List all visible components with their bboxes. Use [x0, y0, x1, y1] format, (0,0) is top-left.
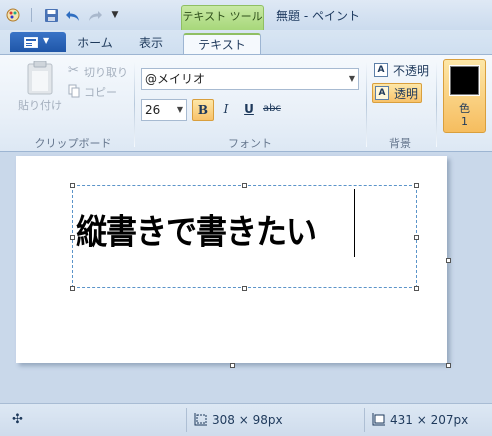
textbox-handle-top[interactable] [242, 183, 247, 188]
selection-size-icon [194, 413, 208, 429]
text-caret [354, 189, 355, 257]
strikethrough-button[interactable]: abc [261, 99, 283, 121]
opaque-label: 不透明 [393, 64, 430, 78]
status-separator [364, 408, 365, 432]
transparent-button[interactable]: A 透明 [372, 83, 423, 103]
title-bar: ▼ テキスト ツール 無題 - ペイント [0, 0, 492, 30]
textbox-handle-br[interactable] [414, 286, 419, 291]
cut-label: 切り取り [84, 66, 128, 79]
canvas-resize-handle-right[interactable] [446, 258, 451, 263]
clipboard-group-label: クリップボード [34, 137, 112, 150]
textbox-handle-tl[interactable] [70, 183, 75, 188]
chevron-down-icon: ▼ [176, 105, 183, 114]
font-group-label: フォント [228, 137, 272, 150]
cut-button[interactable]: ✂ 切り取り [68, 63, 138, 79]
paste-button-label[interactable]: 貼り付け [18, 97, 62, 113]
copy-label: コピー [84, 86, 117, 99]
chevron-down-icon: ▼ [43, 36, 50, 45]
canvas-size: 431 × 207px [390, 413, 469, 427]
menu-icon [24, 37, 38, 48]
qa-separator [26, 7, 36, 23]
canvas-text[interactable]: 縦書きで書きたい [76, 204, 317, 254]
transparent-label: 透明 [394, 87, 419, 101]
group-separator [366, 61, 367, 147]
tab-view[interactable]: 表示 [124, 33, 178, 54]
textbox-handle-bl[interactable] [70, 286, 75, 291]
customize-qa-icon[interactable]: ▼ [108, 7, 122, 23]
transparent-icon: A [375, 86, 389, 100]
status-bar: ✣ 308 × 98px 431 × 207px [0, 403, 492, 436]
paste-icon[interactable] [20, 60, 60, 95]
color-1-button[interactable]: 色 1 [443, 59, 486, 133]
font-family-select[interactable]: @メイリオ ▼ [141, 68, 359, 90]
textbox-handle-right[interactable] [414, 235, 419, 240]
canvas-resize-handle-corner[interactable] [446, 363, 451, 368]
opaque-icon: A [374, 63, 388, 77]
ribbon-panel: 貼り付け ✂ 切り取り コピー クリップボード @メイリオ ▼ 26 ▼ B I… [0, 54, 492, 152]
undo-icon[interactable] [64, 7, 82, 23]
font-size-select[interactable]: 26 ▼ [141, 99, 187, 121]
scissors-icon: ✂ [68, 63, 79, 78]
tab-home[interactable]: ホーム [68, 33, 122, 54]
color-number: 1 [461, 115, 468, 128]
opaque-button[interactable]: A 不透明 [372, 61, 429, 81]
cursor-position-icon: ✣ [12, 412, 23, 427]
selection-size: 308 × 98px [212, 413, 283, 427]
text-tools-context-label: テキスト ツール [181, 5, 264, 30]
color-swatch [449, 65, 480, 96]
group-separator [436, 61, 437, 147]
bold-button[interactable]: B [192, 99, 214, 121]
chevron-down-icon: ▼ [348, 74, 355, 83]
italic-button[interactable]: I [215, 99, 237, 121]
paint-app-icon[interactable] [4, 7, 22, 23]
textbox-handle-bottom[interactable] [242, 286, 247, 291]
textbox-handle-left[interactable] [70, 235, 75, 240]
canvas-size-icon [372, 413, 386, 429]
redo-icon[interactable] [86, 7, 104, 23]
ribbon-tab-row: ▼ ホーム 表示 テキスト [0, 30, 492, 55]
save-icon[interactable] [42, 7, 60, 23]
paint-menu-button[interactable]: ▼ [10, 32, 66, 52]
group-separator [134, 61, 135, 147]
textbox-handle-tr[interactable] [414, 183, 419, 188]
background-group-label: 背景 [389, 137, 411, 150]
tab-text[interactable]: テキスト [183, 33, 261, 55]
copy-button[interactable]: コピー [68, 83, 138, 99]
copy-icon [68, 84, 80, 98]
font-family-value: @メイリオ [145, 72, 206, 86]
canvas-resize-handle-bottom[interactable] [230, 363, 235, 368]
window-title: 無題 - ペイント [276, 9, 360, 23]
underline-button[interactable]: U [238, 99, 260, 121]
font-size-value: 26 [145, 103, 161, 117]
color-label: 色 [459, 102, 470, 115]
status-separator [186, 408, 187, 432]
